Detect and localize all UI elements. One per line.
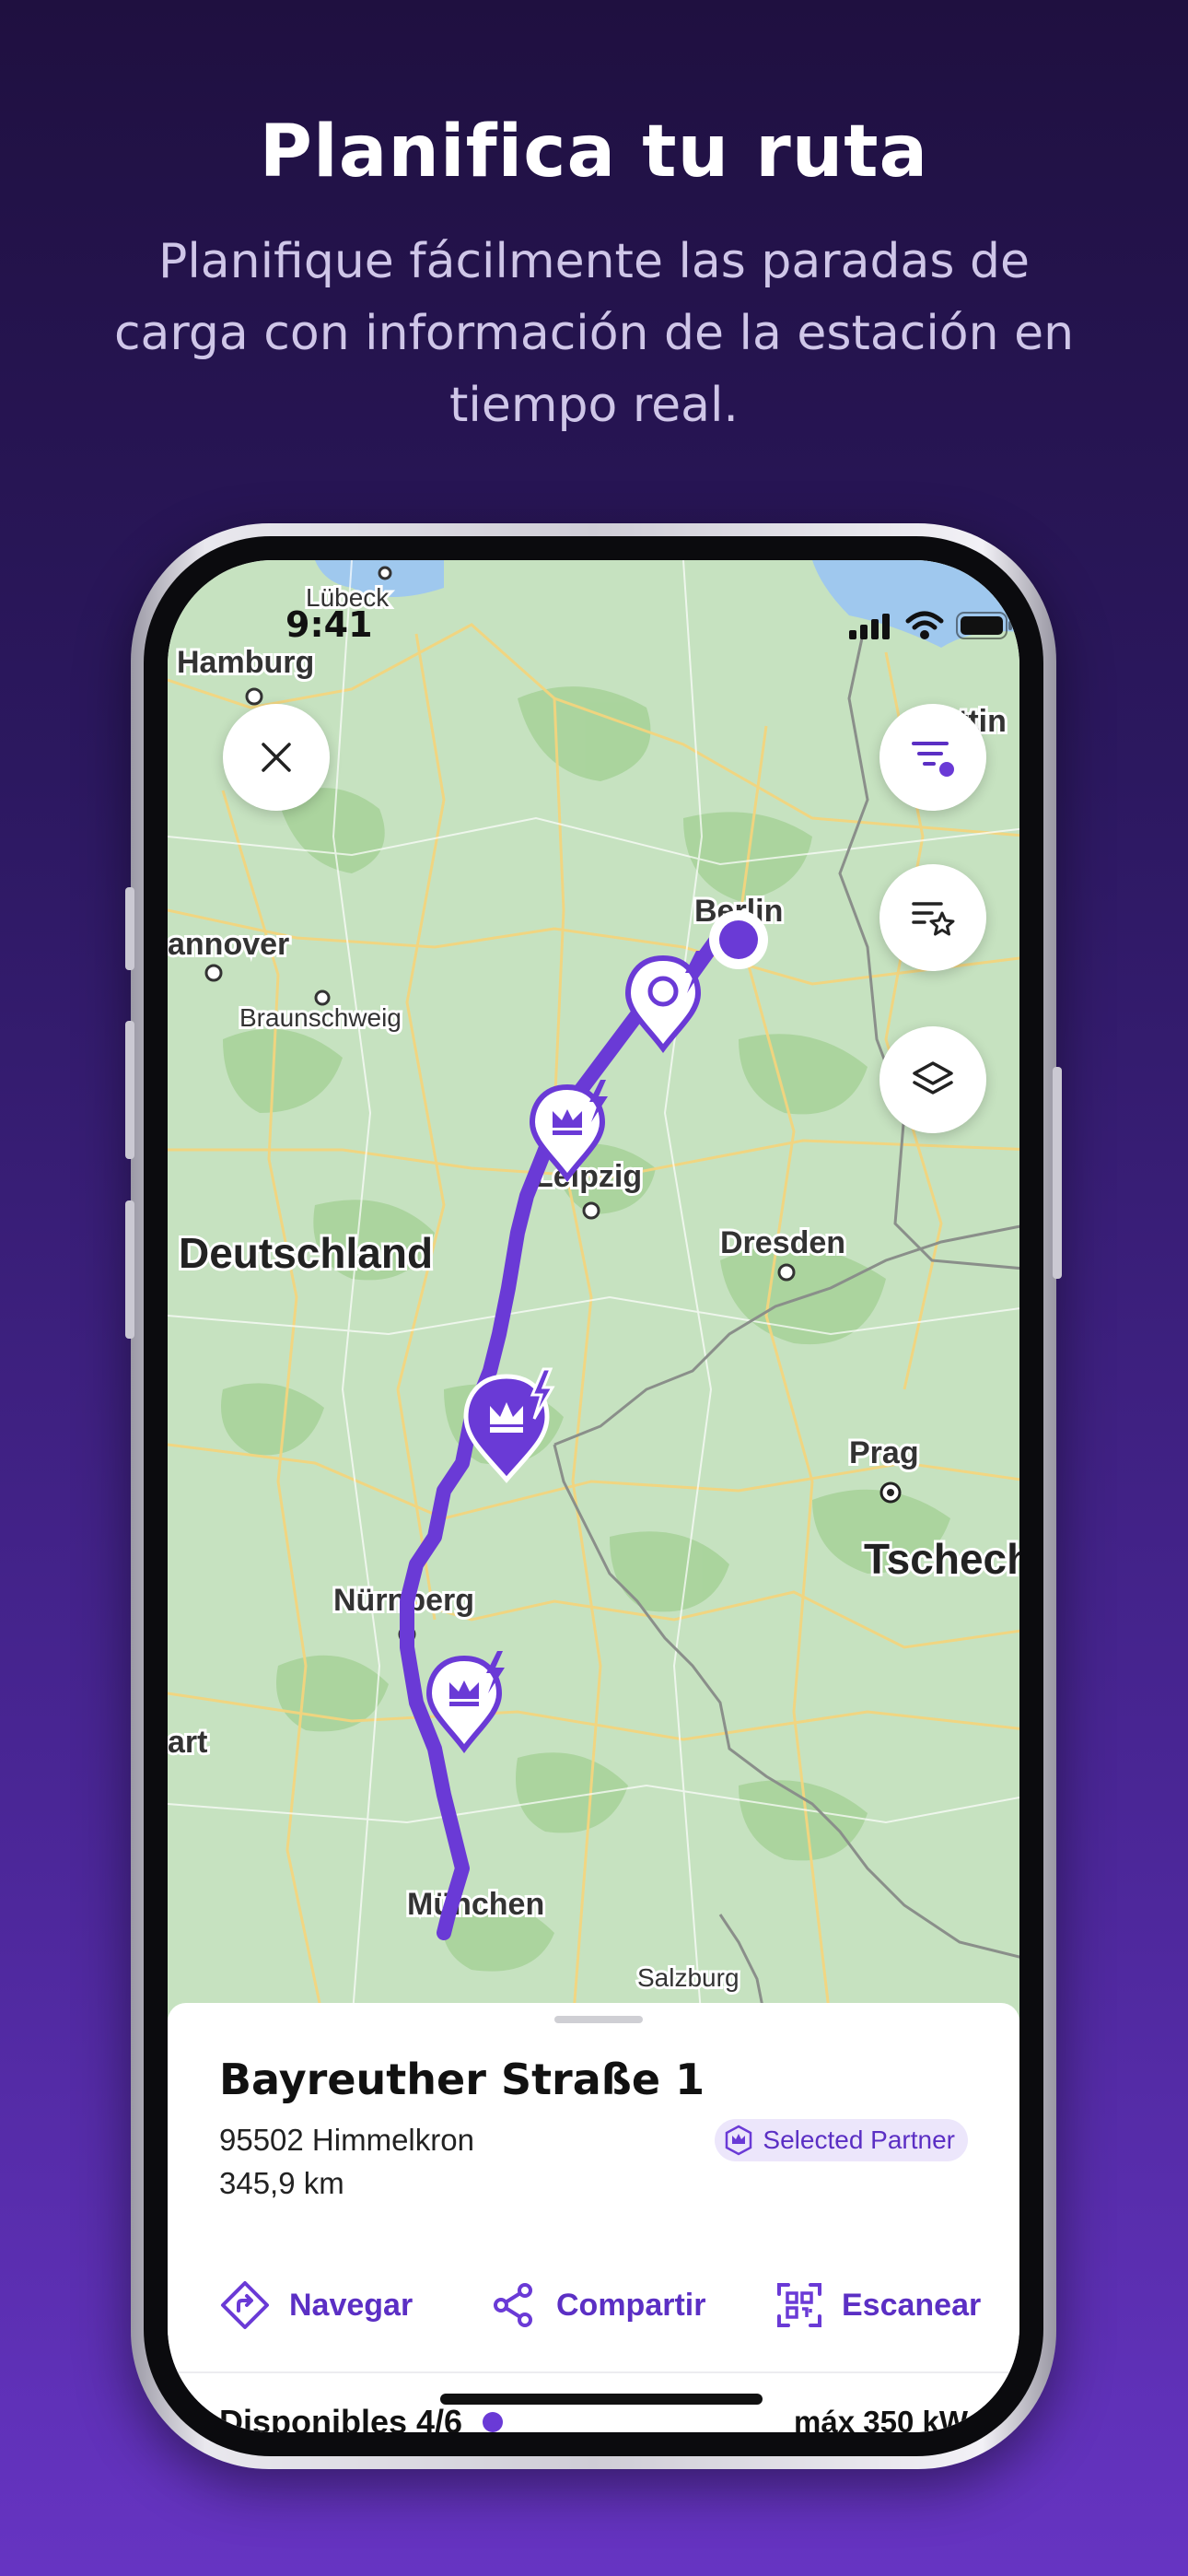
map-label-tschech: Tschech — [864, 1535, 1019, 1583]
map-label-stuttgart: art — [168, 1725, 207, 1760]
battery-icon — [956, 612, 1012, 639]
volume-down-button — [125, 1200, 134, 1339]
promo-title: Planifica tu ruta — [259, 111, 929, 193]
filter-icon — [912, 742, 954, 777]
map-label-leipzig: Leipzig — [534, 1159, 642, 1194]
station-address: 95502 Himmelkron — [219, 2123, 474, 2157]
power-button — [1053, 1067, 1062, 1279]
scan-button[interactable]: Escanear — [775, 2277, 981, 2333]
availability-label: Disponibles 4/6 — [219, 2403, 463, 2432]
partner-crown-icon — [726, 2125, 752, 2156]
navigate-button[interactable]: Navegar — [219, 2277, 413, 2333]
status-time: 9:41 — [285, 604, 373, 645]
navigate-icon — [221, 2281, 269, 2329]
map-layers-button[interactable] — [879, 1026, 986, 1133]
home-indicator[interactable] — [440, 2394, 763, 2405]
share-icon — [494, 2283, 532, 2327]
phone-frame: Lübeck Hamburg ttin annover Braunschweig… — [125, 523, 1062, 2469]
qr-scan-icon — [777, 2283, 821, 2327]
map-label-salzburg: Salzburg — [637, 1963, 740, 1992]
map-label-munchen: München — [407, 1887, 544, 1922]
sheet-handle[interactable] — [554, 2016, 643, 2023]
station-name: Bayreuther Straße 1 — [219, 2055, 705, 2104]
map-label-hannover: annover — [168, 927, 289, 962]
volume-up-button — [125, 1021, 134, 1159]
partner-badge-label: Selected Partner — [763, 2125, 955, 2154]
sheet-divider — [168, 2371, 1019, 2373]
promo-subtitle: Planifique fácilmente las paradas de car… — [113, 234, 1075, 433]
wifi-icon — [905, 611, 944, 639]
station-sheet[interactable]: Bayreuther Straße 1 95502 Himmelkron 345… — [168, 2003, 1019, 2432]
scan-label: Escanear — [842, 2287, 982, 2323]
share-button[interactable]: Compartir — [490, 2277, 705, 2333]
status-bar: 9:41 — [168, 604, 1019, 660]
availability-status-dot — [483, 2412, 504, 2432]
action-button — [125, 887, 134, 970]
selected-partner-badge: Selected Partner — [715, 2119, 968, 2161]
layers-icon — [913, 1061, 953, 1095]
close-icon — [262, 743, 291, 772]
share-label: Compartir — [556, 2287, 706, 2323]
map-label-prag: Prag — [849, 1435, 919, 1470]
favorites-button[interactable] — [879, 864, 986, 971]
max-power: máx 350 kW — [794, 2405, 968, 2432]
signal-icon — [849, 614, 890, 639]
navigate-label: Navegar — [289, 2287, 413, 2323]
availability-row[interactable]: Disponibles 4/6 — [219, 2403, 504, 2432]
map-label-deutschland: Deutschland — [179, 1229, 433, 1277]
station-distance: 345,9 km — [219, 2166, 344, 2200]
filter-button[interactable] — [879, 704, 986, 811]
phone-bezel: Lübeck Hamburg ttin annover Braunschweig… — [144, 536, 1043, 2456]
favorites-icon — [912, 902, 955, 936]
map-label-dresden: Dresden — [720, 1225, 845, 1260]
map-label-braunschweig: Braunschweig — [239, 1003, 402, 1032]
close-button[interactable] — [223, 704, 330, 811]
app-screen: Lübeck Hamburg ttin annover Braunschweig… — [168, 560, 1019, 2432]
